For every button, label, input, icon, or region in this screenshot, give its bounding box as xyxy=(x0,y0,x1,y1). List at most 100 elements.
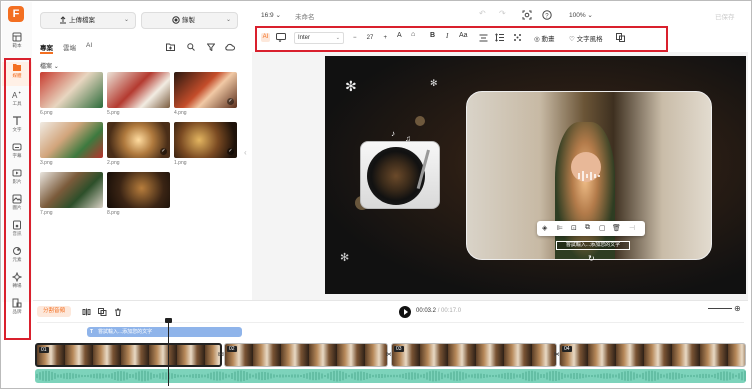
ai-text-icon[interactable]: AI xyxy=(261,33,270,42)
redo-icon[interactable]: ↷ xyxy=(499,9,506,18)
upload-icon xyxy=(60,16,66,24)
chevron-down-icon[interactable]: ⌄ xyxy=(226,13,231,28)
turntable-sticker[interactable] xyxy=(360,141,440,209)
tab-ai[interactable]: AI xyxy=(86,42,92,49)
rotate-icon[interactable]: ↻ xyxy=(588,254,595,263)
rail-highlight-box xyxy=(4,58,31,340)
text-box-icon[interactable] xyxy=(276,33,286,42)
font-color-icon[interactable]: A xyxy=(397,32,402,39)
snowflake-icon: ✻ xyxy=(345,78,357,94)
line-spacing-icon[interactable] xyxy=(495,33,504,42)
media-thumbnail[interactable]: ✓ xyxy=(174,72,237,108)
rail-item-templates[interactable]: 範本 xyxy=(2,32,32,56)
playhead[interactable] xyxy=(165,318,172,386)
text-effects-icon[interactable] xyxy=(513,33,522,42)
zoom-slider-track[interactable] xyxy=(708,308,732,309)
more-icon[interactable]: ⊣ xyxy=(629,224,635,232)
thumbnail-name: 7.png xyxy=(40,210,53,216)
help-icon[interactable]: ? xyxy=(542,10,552,20)
video-clip[interactable]: 02 xyxy=(224,343,388,367)
align-icon[interactable]: ⊫ xyxy=(557,224,563,232)
undo-icon[interactable]: ↶ xyxy=(479,9,486,18)
subtitle-text-box[interactable]: 嘗試輸入...添加您的文字 xyxy=(556,241,630,250)
upload-label: 上傳檔案 xyxy=(69,17,95,24)
sound-wave-icon xyxy=(578,171,600,181)
layers-icon[interactable]: ◈ xyxy=(542,224,547,232)
align-center-icon[interactable] xyxy=(479,34,488,42)
search-icon[interactable] xyxy=(187,43,195,51)
split-audio-button[interactable]: 分割音頻 xyxy=(37,306,71,317)
save-status: 已保存 xyxy=(715,14,735,21)
clip-number: 01 xyxy=(39,347,49,353)
app-logo: F xyxy=(8,6,24,22)
audio-waveform xyxy=(36,370,746,382)
record-button[interactable]: 錄製 ⌄ xyxy=(141,12,238,29)
music-note-icon: ♫ xyxy=(405,134,411,143)
panel-actions xyxy=(163,42,238,54)
video-clip[interactable]: 01 xyxy=(35,343,222,367)
music-note-icon: ♪ xyxy=(391,129,395,138)
cloud-icon[interactable] xyxy=(225,43,235,51)
total-time: / 00:17.0 xyxy=(437,308,462,314)
check-icon: ✓ xyxy=(227,148,234,155)
paste-icon[interactable]: ▢ xyxy=(599,224,606,232)
text-case-button[interactable]: Aa xyxy=(459,32,468,39)
split-icon[interactable] xyxy=(82,308,91,316)
animation-icon: ◎ xyxy=(534,36,540,43)
increase-size-button[interactable]: + xyxy=(383,32,387,44)
chevron-down-icon[interactable]: ⌄ xyxy=(124,13,129,28)
rail-label: 範本 xyxy=(12,43,22,48)
media-thumbnail[interactable] xyxy=(107,72,170,108)
media-thumbnail[interactable]: ✓ xyxy=(174,122,237,158)
template-icon xyxy=(12,32,22,42)
tab-cloud[interactable]: 雲端 xyxy=(63,42,76,52)
media-thumbnail[interactable]: ✓ xyxy=(107,122,170,158)
text-style-button[interactable]: ♡ 文字風格 xyxy=(569,33,603,43)
thumbnail-name: 8.png xyxy=(107,210,120,216)
font-family-select[interactable]: Inter ⌄ xyxy=(294,32,344,44)
filter-icon[interactable] xyxy=(207,43,215,51)
font-size-stepper[interactable]: − 27 + xyxy=(353,32,387,44)
collapse-panel-handle[interactable]: ‹ xyxy=(244,148,247,157)
font-family-value: Inter xyxy=(298,35,311,41)
project-name[interactable]: 未命名 xyxy=(295,11,315,21)
screenshot-icon[interactable] xyxy=(522,10,532,20)
folder-dropdown[interactable]: 檔案 ⌄ xyxy=(40,61,59,70)
snowflake-icon: ✻ xyxy=(340,252,350,264)
decrease-size-button[interactable]: − xyxy=(353,32,357,44)
media-thumbnail[interactable] xyxy=(40,172,103,208)
italic-button[interactable]: I xyxy=(446,32,448,40)
tab-project[interactable]: 專案 xyxy=(40,42,53,52)
zoom-dropdown[interactable]: 100% ⌄ xyxy=(569,11,593,19)
lock-icon[interactable]: ⊡ xyxy=(571,224,577,232)
media-thumbnail[interactable] xyxy=(40,72,103,108)
copy-icon[interactable] xyxy=(98,308,107,316)
timeline-ruler xyxy=(37,322,744,323)
audio-track[interactable] xyxy=(35,369,746,383)
delete-icon[interactable]: 🗑 xyxy=(612,224,621,232)
font-size-value[interactable]: 27 xyxy=(367,35,374,41)
new-folder-icon[interactable] xyxy=(166,43,175,51)
play-button[interactable] xyxy=(399,306,411,318)
record-label: 錄製 xyxy=(182,17,195,24)
video-clip[interactable]: 03 xyxy=(391,343,557,367)
animation-button[interactable]: ◎ 動畫 xyxy=(534,33,554,43)
zoom-in-icon[interactable]: ⊕ xyxy=(734,304,741,313)
media-thumbnail[interactable] xyxy=(40,122,103,158)
text-style-label: 文字風格 xyxy=(576,36,603,43)
active-tab-indicator xyxy=(40,52,53,54)
text-clip-icon: T xyxy=(90,329,94,335)
video-clip[interactable]: 04 xyxy=(559,343,746,367)
duplicate-icon[interactable]: ⧉ xyxy=(585,224,590,232)
trash-icon[interactable] xyxy=(114,308,122,316)
bold-button[interactable]: B xyxy=(430,32,435,39)
bokeh-light xyxy=(415,116,425,126)
upload-button[interactable]: 上傳檔案 ⌄ xyxy=(40,12,136,29)
thumbnail-name: 4.png xyxy=(174,110,187,116)
aspect-ratio-dropdown[interactable]: 16:9 ⌄ xyxy=(261,11,281,19)
chevron-down-icon: ⌄ xyxy=(53,64,59,70)
text-track-clip[interactable]: T 嘗試輸入...添加您的文字 xyxy=(87,327,242,337)
copy-style-icon[interactable] xyxy=(616,33,625,42)
highlight-color-icon[interactable]: ⌂ xyxy=(411,31,415,38)
media-thumbnail[interactable] xyxy=(107,172,170,208)
